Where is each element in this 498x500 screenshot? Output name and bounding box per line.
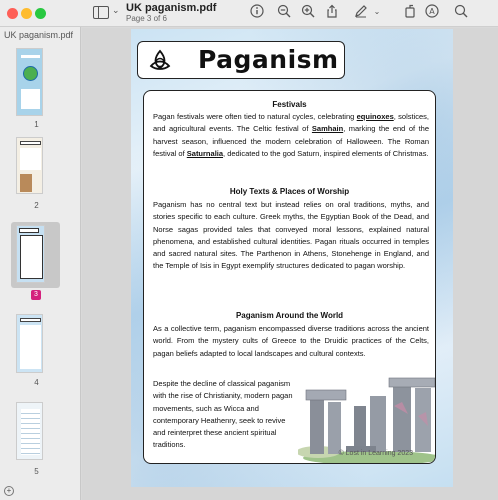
minimize-window-button[interactable] <box>21 8 32 19</box>
thumbnail-number: 2 <box>34 201 39 210</box>
info-icon[interactable] <box>249 4 265 20</box>
copyright-text: © Lost in Learning 2023 <box>338 450 413 457</box>
page-thumbnail-1[interactable] <box>16 48 43 116</box>
section-body: Pagan festivals were often tied to natur… <box>153 112 429 158</box>
search-icon[interactable] <box>453 4 469 20</box>
title-banner: Paganism <box>137 41 345 79</box>
rotate-icon[interactable] <box>402 4 418 20</box>
thumbnail-sidebar: UK paganism.pdf 1 2 3 4 5 + <box>0 27 81 500</box>
zoom-out-icon[interactable] <box>276 4 292 20</box>
page-thumbnail-3[interactable] <box>16 225 45 283</box>
chevron-down-icon[interactable]: ⌄ <box>369 4 385 20</box>
thumbnail-number: 4 <box>34 378 39 387</box>
page-thumbnail-5[interactable] <box>16 402 43 460</box>
sidebar-title: UK paganism.pdf <box>4 30 74 40</box>
section-heading: Festivals <box>272 100 307 109</box>
term-equinoxes: equinoxes <box>356 112 394 121</box>
content-panel: Festivals Pagan festivals were often tie… <box>143 90 436 464</box>
term-saturnalia: Saturnalia <box>186 148 224 158</box>
page-thumbnail-2[interactable] <box>16 137 43 194</box>
term-samhain: Samhain <box>311 124 344 134</box>
share-icon[interactable] <box>324 4 340 20</box>
markup-icon[interactable] <box>353 4 369 20</box>
triquetra-icon <box>149 49 171 70</box>
closing-paragraph: Despite the decline of classical paganis… <box>153 379 293 450</box>
chevron-down-icon[interactable]: ⌄ <box>112 5 120 16</box>
stonehenge-illustration <box>298 377 435 463</box>
svg-text:A: A <box>429 7 435 16</box>
page-thumbnail-4[interactable] <box>16 314 43 373</box>
page-indicator: Page 3 of 6 <box>126 14 167 23</box>
section-body: As a collective term, paganism encompass… <box>153 324 429 358</box>
page-title: Paganism <box>198 45 339 74</box>
pdf-page: Paganism Festivals Pagan festivals were … <box>131 29 453 487</box>
section-heading: Paganism Around the World <box>235 311 344 320</box>
thumbnail-number: 5 <box>34 467 39 476</box>
close-window-button[interactable] <box>7 8 18 19</box>
add-page-icon[interactable]: + <box>4 486 14 496</box>
title-bar: ⌄ UK paganism.pdf Page 3 of 6 ⌄ A <box>0 0 498 27</box>
document-viewer: Paganism Festivals Pagan festivals were … <box>82 28 498 500</box>
sidebar-icon[interactable] <box>93 6 109 19</box>
section-body: Paganism has no central text but instead… <box>153 200 429 271</box>
selected-page-badge: 3 <box>31 290 41 300</box>
document-title: UK paganism.pdf <box>126 2 217 14</box>
annotate-icon[interactable]: A <box>424 4 440 20</box>
thumbnail-number: 1 <box>34 120 39 129</box>
zoom-in-icon[interactable] <box>300 4 316 20</box>
section-heading: Holy Texts & Places of Worship <box>229 187 350 196</box>
zoom-window-button[interactable] <box>35 8 46 19</box>
